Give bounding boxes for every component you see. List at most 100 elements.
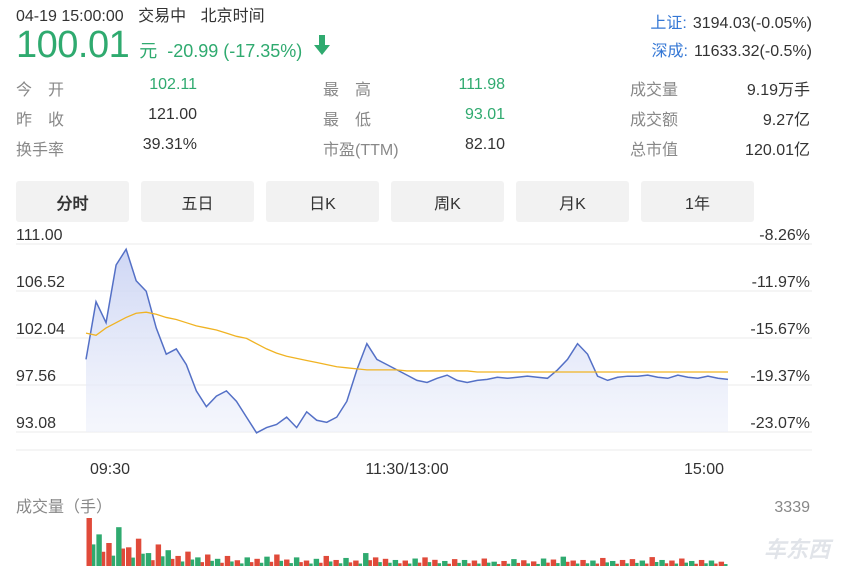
volume-bar — [249, 562, 254, 566]
index-shenzhen[interactable]: 深成: 11633.32(-0.5%) — [650, 38, 812, 66]
tab-0[interactable]: 分时 — [16, 181, 129, 222]
tab-1[interactable]: 五日 — [141, 181, 254, 222]
volume-bar — [684, 562, 689, 566]
tab-4[interactable]: 月K — [516, 181, 629, 222]
stat-item: 换手率 39.31% — [16, 136, 197, 159]
volume-bar — [629, 559, 636, 566]
y-tick-right: -8.26% — [759, 228, 810, 244]
volume-bar — [190, 559, 195, 566]
y-tick-right: -23.07% — [750, 415, 810, 432]
volume-bar — [669, 560, 675, 566]
stat-label: 昨 收 — [16, 112, 65, 129]
volume-bar — [506, 563, 511, 566]
y-tick-left: 106.52 — [16, 274, 65, 291]
volume-bar — [694, 563, 698, 566]
volume-bar — [91, 544, 96, 566]
stat-item: 昨 收 121.00 — [16, 106, 197, 129]
stat-value: 9.27亿 — [762, 112, 810, 129]
volume-bar — [274, 554, 280, 566]
index-name: 深成: — [651, 43, 688, 60]
volume-bar — [516, 562, 521, 566]
volume-bar — [471, 560, 478, 566]
volume-bar — [358, 563, 363, 566]
volume-bar — [141, 553, 145, 566]
volume-bar — [234, 560, 241, 566]
tab-5[interactable]: 1年 — [641, 181, 754, 222]
trading-status: 交易中 — [138, 8, 187, 25]
volume-max-label: 3339 — [774, 499, 810, 516]
volume-bar — [165, 550, 171, 566]
volume-bar — [407, 563, 412, 566]
volume-bar — [313, 558, 320, 566]
volume-bar — [135, 538, 142, 566]
volume-bar — [451, 559, 458, 566]
volume-bar — [392, 559, 399, 566]
volume-bar — [323, 555, 329, 566]
tab-2[interactable]: 日K — [266, 181, 379, 222]
volume-bar — [319, 562, 323, 566]
down-arrow-icon — [314, 35, 331, 55]
y-tick-left: 111.00 — [16, 228, 63, 244]
volume-bar — [388, 562, 392, 566]
volume-bar — [151, 560, 155, 566]
stat-value: 39.31% — [142, 136, 197, 153]
volume-bar — [605, 562, 609, 566]
volume-bar — [289, 563, 293, 566]
volume-bar — [575, 563, 580, 566]
stat-value: 102.11 — [149, 76, 197, 93]
volume-bar — [309, 563, 313, 566]
volume-bar — [600, 557, 606, 566]
volume-bar — [372, 557, 379, 566]
price-area — [86, 249, 728, 433]
volume-bar — [511, 559, 517, 566]
x-tick: 15:00 — [684, 461, 724, 478]
volume-bar — [615, 563, 619, 566]
intraday-chart: 111.00 -8.26% 106.52 -11.97% 102.04 -15.67% 97… — [0, 227, 850, 574]
index-shanghai[interactable]: 上证: 3194.03(-0.05%) — [650, 10, 812, 38]
volume-bar — [422, 557, 428, 566]
volume-bar — [378, 562, 382, 566]
volume-bar — [501, 560, 507, 566]
volume-bar — [106, 542, 112, 566]
volume-bar — [259, 562, 264, 566]
volume-bar — [708, 560, 715, 566]
stat-label: 总市值 — [630, 142, 679, 159]
volume-bar — [175, 555, 181, 566]
tab-3[interactable]: 周K — [391, 181, 504, 222]
volume-bar — [343, 557, 349, 566]
x-tick: 11:30/13:00 — [365, 461, 448, 478]
chart-svg: 111.00 -8.26% 106.52 -11.97% 102.04 -15.67% 97… — [16, 227, 812, 566]
volume-bar — [679, 558, 685, 566]
y-tick-left: 97.56 — [16, 368, 56, 385]
volume-bar — [467, 563, 471, 566]
stat-value: 120.01亿 — [745, 142, 810, 159]
volume-bar — [101, 551, 106, 566]
volume-bar — [585, 563, 590, 566]
volume-bar — [619, 559, 626, 566]
volume-bar — [145, 553, 152, 566]
volume-bar — [639, 560, 646, 566]
stat-label: 市盈(TTM) — [323, 142, 399, 159]
header-info: 04-19 15:00:00 交易中 北京时间 — [16, 2, 275, 26]
volume-bar — [214, 558, 221, 566]
index-value: 3194.03(-0.05%) — [692, 15, 812, 32]
y-tick-left: 93.08 — [16, 415, 56, 432]
stat-item: 最 高 111.98 — [323, 76, 505, 99]
volume-bar — [570, 560, 576, 566]
date-time: 04-19 15:00:00 — [16, 8, 124, 25]
volume-bar — [402, 560, 408, 566]
volume-bar — [664, 563, 669, 566]
index-value: 11633.32(-0.5%) — [694, 43, 812, 60]
period-tabs: 分时 五日 日K 周K 月K 1年 — [16, 181, 766, 222]
volume-bar — [333, 559, 339, 566]
stat-label: 最 高 — [323, 82, 372, 99]
volume-bar — [293, 557, 300, 566]
volume-bar — [481, 558, 488, 566]
volume-bar — [491, 561, 497, 566]
stat-label: 最 低 — [323, 112, 372, 129]
stat-value: 82.10 — [464, 136, 505, 153]
volume-bar — [698, 559, 705, 566]
stat-label: 换手率 — [16, 142, 65, 159]
volume-bar — [363, 553, 369, 566]
volume-bar — [398, 563, 402, 566]
